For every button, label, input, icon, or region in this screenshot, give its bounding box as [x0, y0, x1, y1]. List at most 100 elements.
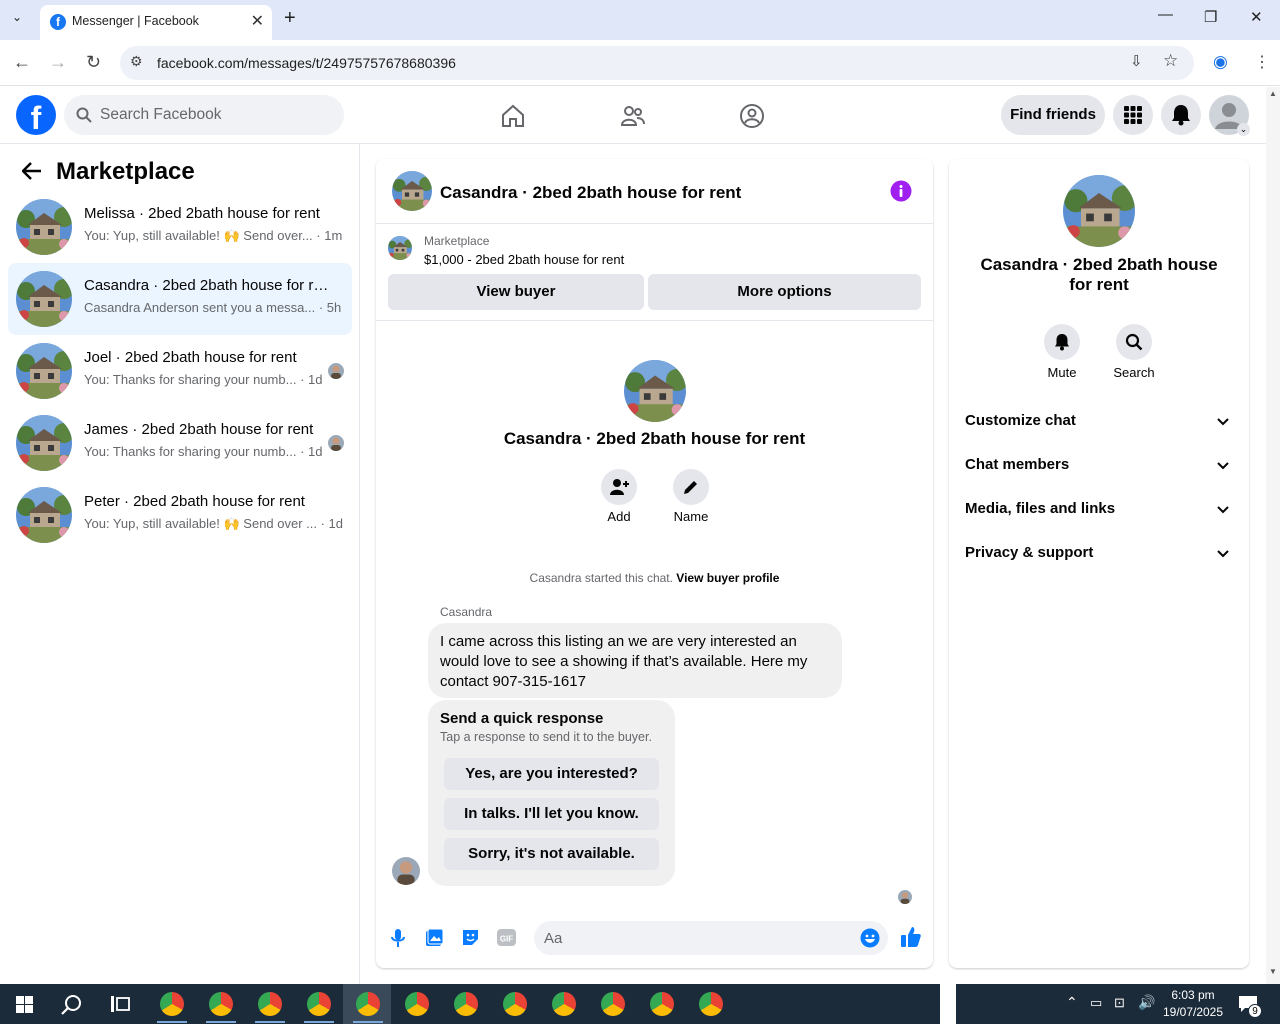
find-friends-button[interactable]: Find friends [1001, 95, 1105, 135]
scroll-down-icon[interactable]: ▼ [1269, 967, 1277, 976]
chrome-app-icon[interactable] [307, 992, 331, 1016]
read-receipt-avatar [328, 435, 344, 451]
back-arrow-icon[interactable] [22, 162, 42, 180]
media-files-links-section[interactable]: Media, files and links [965, 500, 1235, 530]
task-view-icon[interactable] [110, 995, 130, 1013]
friends-icon[interactable] [620, 103, 646, 129]
quick-response-title: Send a quick response [440, 710, 604, 727]
conversation-item[interactable]: Melissa · 2bed 2bath house for rent You:… [8, 191, 352, 263]
menu-button[interactable] [1113, 95, 1153, 135]
groups-icon[interactable] [739, 103, 765, 129]
chevron-down-icon: ⌄ [1237, 123, 1250, 136]
microphone-icon[interactable] [390, 928, 406, 948]
chrome-app-icon[interactable] [258, 992, 282, 1016]
forward-icon[interactable]: → [49, 52, 67, 73]
page-scrollbar[interactable]: ▲ ▼ [1266, 87, 1280, 984]
minimize-icon[interactable]: — [1158, 6, 1173, 23]
omnibox[interactable]: ⚙ facebook.com/messages/t/24975757678680… [120, 46, 1194, 80]
chrome-app-icon[interactable] [454, 992, 478, 1016]
conversation-name: Peter · 2bed 2bath house for rent [84, 493, 305, 510]
listing-thumbnail [16, 487, 72, 543]
browser-tab[interactable]: f Messenger | Facebook ✕ [40, 5, 272, 40]
customize-chat-section[interactable]: Customize chat [965, 412, 1235, 442]
view-buyer-profile-link[interactable]: View buyer profile [676, 571, 779, 585]
chrome-app-icon[interactable] [552, 992, 576, 1016]
back-icon[interactable]: ← [13, 52, 31, 73]
gif-icon[interactable]: GIF [497, 928, 516, 947]
scroll-up-icon[interactable]: ▲ [1269, 89, 1277, 98]
facebook-logo-icon[interactable]: f [16, 95, 56, 136]
message-input[interactable]: Aa [534, 921, 888, 955]
chrome-app-icon[interactable] [601, 992, 625, 1016]
chrome-app-icon[interactable] [209, 992, 233, 1016]
close-tab-icon[interactable]: ✕ [251, 11, 264, 31]
bookmark-star-icon[interactable]: ☆ [1163, 51, 1178, 71]
clock-date: 19/07/2025 [1162, 1005, 1224, 1019]
close-window-icon[interactable]: ✕ [1250, 8, 1263, 26]
privacy-support-section[interactable]: Privacy & support [965, 544, 1235, 574]
section-label: Customize chat [965, 412, 1076, 429]
conversation-item[interactable]: James · 2bed 2bath house for rent You: T… [8, 407, 352, 479]
clock-time: 6:03 pm [1171, 988, 1215, 1002]
info-icon[interactable] [890, 180, 912, 202]
install-app-icon[interactable]: ⇩ [1130, 52, 1143, 70]
marketplace-label: Marketplace [424, 234, 490, 248]
network-icon[interactable]: ⊡ [1114, 995, 1125, 1011]
facebook-search[interactable]: Search Facebook [64, 95, 344, 135]
chrome-app-icon[interactable] [650, 992, 674, 1016]
view-buyer-button[interactable]: View buyer [388, 274, 644, 310]
taskbar-scroll[interactable] [940, 984, 956, 1024]
section-label: Chat members [965, 456, 1070, 473]
taskbar-search-icon[interactable] [61, 994, 83, 1016]
sticker-icon[interactable] [461, 928, 480, 947]
restore-icon[interactable]: ❐ [1204, 8, 1217, 26]
listing-thumbnail [388, 236, 412, 260]
more-options-button[interactable]: More options [648, 274, 921, 310]
running-indicator [157, 1021, 187, 1023]
running-indicator [353, 1021, 383, 1023]
new-tab-icon[interactable]: + [284, 7, 296, 30]
listing-title[interactable]: $1,000 - 2bed 2bath house for rent [424, 252, 624, 267]
quick-response-button[interactable]: In talks. I'll let you know. [444, 798, 659, 830]
conversation-item-active[interactable]: Casandra · 2bed 2bath house for rent Cas… [8, 263, 352, 335]
mute-button[interactable] [1044, 324, 1080, 360]
notifications-button[interactable] [1161, 95, 1201, 135]
reload-icon[interactable]: ↻ [86, 52, 101, 73]
search-chat-button[interactable] [1116, 324, 1152, 360]
emoji-icon[interactable] [860, 928, 880, 948]
quick-response-subtitle: Tap a response to send it to the buyer. [440, 730, 652, 744]
home-icon[interactable] [500, 103, 526, 129]
tray-chevron-icon[interactable]: ⌃ [1066, 994, 1078, 1011]
meet-icon[interactable]: ▭ [1090, 995, 1102, 1011]
tab-list-icon[interactable]: ⌄ [12, 10, 22, 24]
sender-avatar[interactable] [392, 857, 420, 885]
volume-icon[interactable]: 🔊 [1138, 994, 1155, 1011]
conversation-preview: You: Yup, still available! 🙌 Send over..… [84, 228, 343, 243]
divider [376, 320, 933, 321]
profile-icon[interactable]: ◉ [1213, 52, 1228, 72]
chat-title[interactable]: Casandra · 2bed 2bath house for rent [440, 183, 741, 203]
name-button[interactable] [673, 469, 709, 505]
site-info-icon[interactable]: ⚙ [130, 53, 143, 70]
photo-icon[interactable] [425, 928, 444, 947]
conversation-item[interactable]: Joel · 2bed 2bath house for rent You: Th… [8, 335, 352, 407]
quick-response-button[interactable]: Yes, are you interested? [444, 758, 659, 790]
quick-response-button[interactable]: Sorry, it's not available. [444, 838, 659, 870]
chrome-app-icon[interactable] [699, 992, 723, 1016]
chrome-app-icon[interactable] [356, 992, 380, 1016]
message-bubble[interactable]: I came across this listing an we are ver… [428, 623, 842, 698]
chat-avatar[interactable] [392, 171, 432, 211]
like-thumb-icon[interactable] [900, 926, 922, 948]
conversation-preview: You: Yup, still available! 🙌 Send over .… [84, 516, 344, 531]
windows-start-icon[interactable] [16, 996, 33, 1013]
conversation-item[interactable]: Peter · 2bed 2bath house for rent You: Y… [8, 479, 352, 551]
system-clock[interactable]: 6:03 pm 19/07/2025 [1160, 987, 1226, 1021]
chrome-app-icon[interactable] [503, 992, 527, 1016]
chrome-app-icon[interactable] [405, 992, 429, 1016]
listing-thumbnail [16, 415, 72, 471]
chat-members-section[interactable]: Chat members [965, 456, 1235, 486]
account-avatar[interactable]: ⌄ [1209, 95, 1250, 136]
menu-dots-icon[interactable]: ⋮ [1254, 52, 1270, 72]
add-button[interactable] [601, 469, 637, 505]
chrome-app-icon[interactable] [160, 992, 184, 1016]
